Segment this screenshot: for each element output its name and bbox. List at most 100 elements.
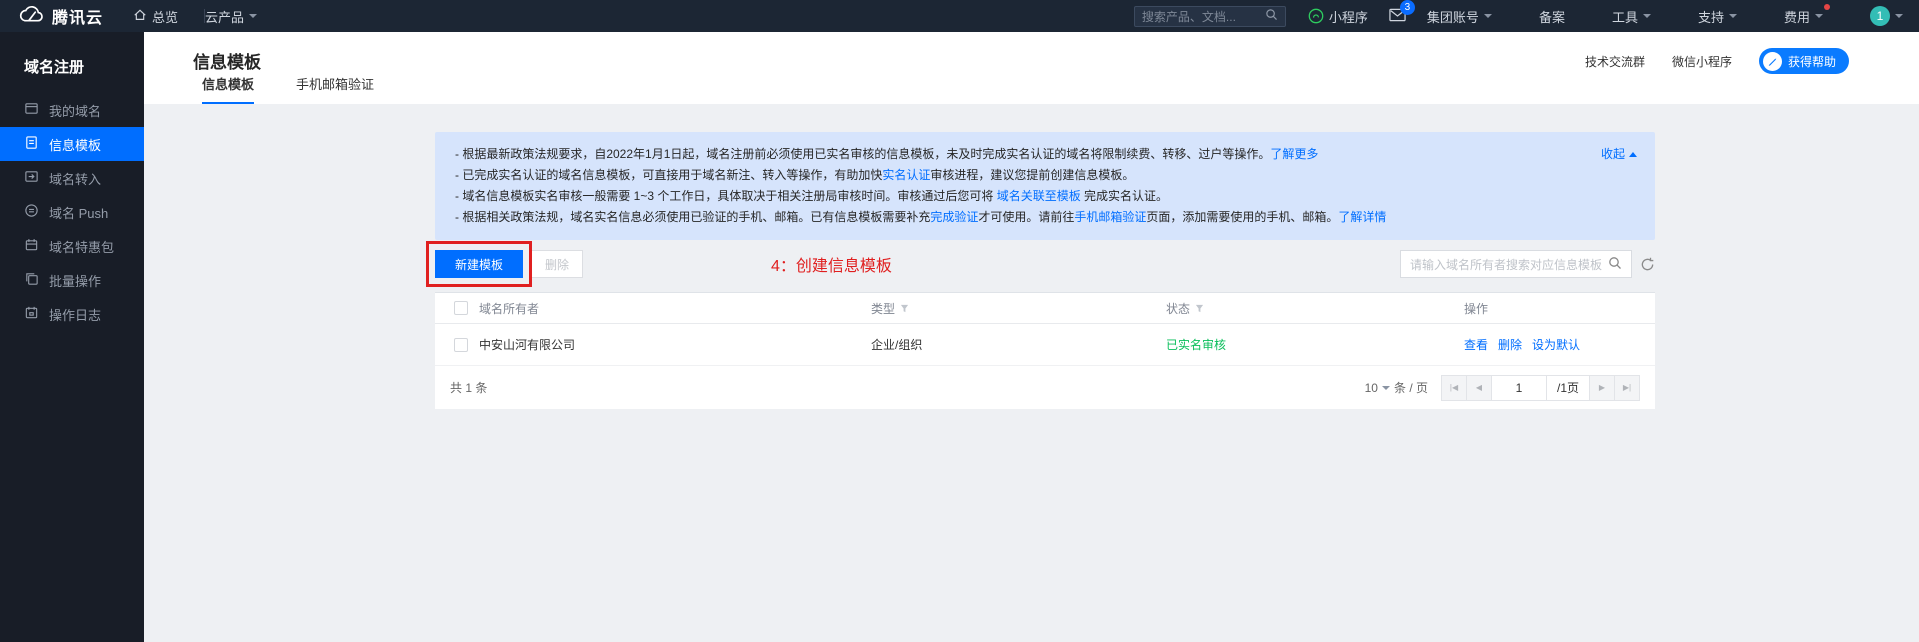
- owner-search-placeholder: 请输入域名所有者搜索对应信息模板: [1410, 256, 1608, 273]
- tab-信息模板[interactable]: 信息模板: [202, 74, 254, 104]
- chevron-down-icon: [249, 14, 257, 22]
- select-all-checkbox[interactable]: [454, 301, 468, 315]
- link-wechat-miniprogram[interactable]: 微信小程序: [1672, 53, 1732, 70]
- nav-account[interactable]: 1: [1870, 6, 1903, 26]
- tencent-cloud-logo-icon: [18, 5, 45, 27]
- row-checkbox[interactable]: [454, 338, 468, 352]
- table-footer: 共 1 条 10 条 / 页 |◀ ◀ 1 /1页 ▶ ▶|: [435, 366, 1655, 409]
- template-icon: [24, 135, 39, 153]
- chevron-down-icon: [1382, 386, 1390, 394]
- chevron-down-icon: [1815, 14, 1823, 22]
- row-action-查看[interactable]: 查看: [1464, 338, 1488, 352]
- avatar: 1: [1870, 6, 1890, 26]
- notice-link[interactable]: 了解详情: [1338, 210, 1386, 224]
- filter-funnel-icon[interactable]: [900, 304, 909, 313]
- tab-手机邮箱验证[interactable]: 手机邮箱验证: [296, 74, 374, 104]
- notification-dot: [1824, 4, 1830, 10]
- notice-text: - 已完成实名认证的域名信息模板，可直接用于域名新注、转入等操作，有助加快: [455, 168, 882, 182]
- notice-link[interactable]: 实名认证: [882, 168, 930, 182]
- nav-support[interactable]: 支持: [1698, 7, 1737, 26]
- nav-billing[interactable]: 费用: [1784, 7, 1823, 26]
- chevron-down-icon: [1895, 14, 1903, 22]
- sidebar-item-域名转入[interactable]: 域名转入: [0, 161, 144, 195]
- batch-icon: [24, 271, 39, 289]
- nav-cloud-products[interactable]: 云产品: [205, 7, 257, 26]
- notice-text: 页面，添加需要使用的手机、邮箱。: [1146, 210, 1338, 224]
- col-owner: 域名所有者: [479, 300, 871, 317]
- content-area: - 根据最新政策法规要求，自2022年1月1日起，域名注册前必须使用已实名审核的…: [144, 104, 1919, 642]
- nav-beian[interactable]: 备案: [1539, 7, 1565, 26]
- next-page-button[interactable]: ▶: [1589, 375, 1615, 401]
- page-title: 信息模板: [193, 48, 261, 73]
- nav-mini-program[interactable]: 小程序: [1308, 7, 1368, 26]
- template-table: 域名所有者类型状态操作 中安山河有限公司企业/组织已实名审核查看删除设为默认 共…: [435, 292, 1655, 409]
- row-action-设为默认[interactable]: 设为默认: [1532, 338, 1580, 352]
- package-icon: [24, 237, 39, 255]
- sidebar-item-label: 信息模板: [49, 135, 101, 154]
- notice-line: - 域名信息模板实名审核一般需要 1~3 个工作日，具体取决于相关注册局审核时间…: [455, 186, 1635, 207]
- brand-name: 腾讯云: [52, 4, 103, 28]
- sidebar-item-操作日志[interactable]: 操作日志: [0, 297, 144, 331]
- prev-page-button[interactable]: ◀: [1466, 375, 1492, 401]
- notice-link[interactable]: 完成验证: [930, 210, 978, 224]
- notice-link[interactable]: 了解更多: [1270, 147, 1318, 161]
- notice-text: 完成实名认证。: [1081, 189, 1168, 203]
- page-total-label: /1页: [1546, 375, 1590, 401]
- nav-overview[interactable]: 总览: [133, 7, 178, 26]
- delete-button[interactable]: 删除: [531, 250, 583, 278]
- nav-search-placeholder: 搜索产品、文档...: [1142, 8, 1265, 25]
- col-status: 状态: [1166, 300, 1464, 317]
- top-navbar: 腾讯云 总览 云产品 搜索产品、文档...: [0, 0, 1919, 32]
- transfer-icon: [24, 169, 39, 187]
- last-page-button[interactable]: ▶|: [1614, 375, 1640, 401]
- notice-line: - 根据最新政策法规要求，自2022年1月1日起，域名注册前必须使用已实名审核的…: [455, 144, 1635, 165]
- page-number-input[interactable]: 1: [1491, 375, 1547, 401]
- page-size-select[interactable]: 10 条 / 页: [1365, 379, 1428, 396]
- nav-search-input[interactable]: 搜索产品、文档...: [1134, 6, 1286, 27]
- link-tech-group[interactable]: 技术交流群: [1585, 53, 1645, 70]
- cell-owner: 中安山河有限公司: [479, 336, 871, 353]
- nav-tools[interactable]: 工具: [1612, 7, 1651, 26]
- notice-line: - 已完成实名认证的域名信息模板，可直接用于域名新注、转入等操作，有助加快实名认…: [455, 165, 1635, 186]
- chevron-down-icon: [1484, 14, 1492, 22]
- collapse-up-icon: [1629, 148, 1637, 157]
- chevron-down-icon: [1729, 14, 1737, 22]
- sidebar-item-label: 域名特惠包: [49, 237, 114, 256]
- notice-text: 才可使用。请前往: [978, 210, 1074, 224]
- sidebar-item-我的域名[interactable]: 我的域名: [0, 93, 144, 127]
- sidebar-item-label: 我的域名: [49, 101, 101, 120]
- first-page-button[interactable]: |◀: [1441, 375, 1467, 401]
- home-icon: [133, 8, 147, 25]
- owner-search-input[interactable]: 请输入域名所有者搜索对应信息模板: [1400, 250, 1632, 278]
- new-template-button[interactable]: 新建模板: [435, 250, 523, 278]
- notice-line: - 根据相关政策法规，域名实名信息必须使用已验证的手机、邮箱。已有信息模板需要补…: [455, 207, 1635, 228]
- sidebar-item-批量操作[interactable]: 批量操作: [0, 263, 144, 297]
- step-annotation: 4：创建信息模板: [771, 252, 892, 276]
- get-help-button[interactable]: 获得帮助: [1759, 48, 1849, 74]
- cell-actions: 查看删除设为默认: [1464, 336, 1655, 353]
- notice-link[interactable]: 域名关联至模板: [997, 189, 1081, 203]
- sidebar-item-域名特惠包[interactable]: 域名特惠包: [0, 229, 144, 263]
- nav-group-account[interactable]: 集团账号: [1427, 7, 1492, 26]
- sidebar-item-label: 域名 Push: [49, 203, 108, 222]
- sidebar-title: 域名注册: [0, 32, 144, 93]
- refresh-icon[interactable]: [1640, 257, 1655, 272]
- filter-funnel-icon[interactable]: [1195, 304, 1204, 313]
- notice-link[interactable]: 手机邮箱验证: [1074, 210, 1146, 224]
- col-actions: 操作: [1464, 300, 1655, 317]
- sidebar-item-label: 操作日志: [49, 305, 101, 324]
- push-icon: [24, 203, 39, 221]
- toolbar: 新建模板 删除 4：创建信息模板 请输入域名所有者搜索对应信息模板: [435, 250, 1655, 278]
- sidebar-item-信息模板[interactable]: 信息模板: [0, 127, 144, 161]
- collapse-link[interactable]: 收起: [1601, 145, 1637, 162]
- notice-text: - 根据最新政策法规要求，自2022年1月1日起，域名注册前必须使用已实名审核的…: [455, 147, 1270, 161]
- brand[interactable]: 腾讯云: [18, 4, 103, 28]
- tab-bar: 信息模板 手机邮箱验证: [202, 74, 374, 104]
- search-icon[interactable]: [1608, 256, 1622, 273]
- row-action-删除[interactable]: 删除: [1498, 338, 1522, 352]
- total-count: 共 1 条: [450, 379, 487, 396]
- pager: |◀ ◀ 1 /1页 ▶ ▶|: [1442, 375, 1640, 401]
- sidebar-item-域名-Push[interactable]: 域名 Push: [0, 195, 144, 229]
- nav-messages[interactable]: 3: [1389, 8, 1406, 25]
- chevron-down-icon: [1643, 14, 1651, 22]
